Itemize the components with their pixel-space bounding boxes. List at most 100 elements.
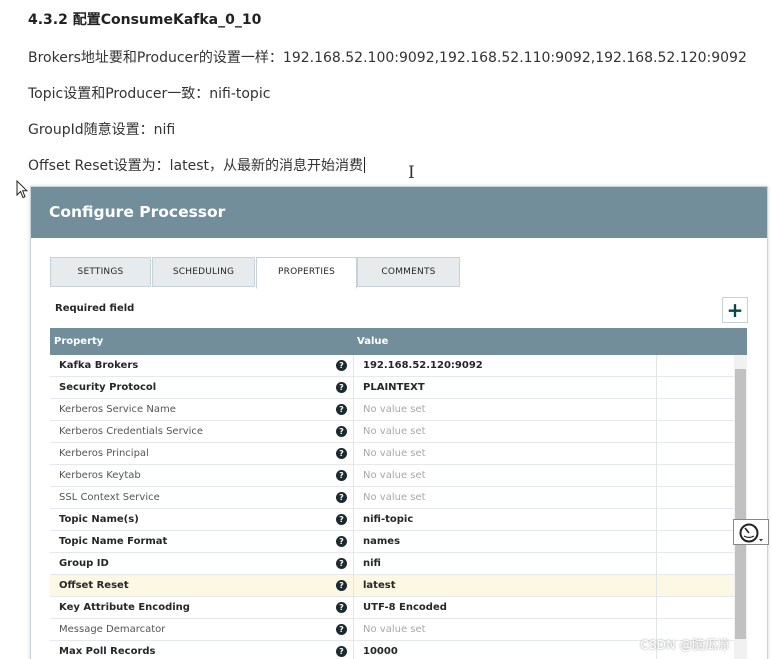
speed-gauge-widget[interactable] bbox=[733, 519, 769, 545]
table-row[interactable]: Kerberos Credentials Service? No value se… bbox=[50, 421, 734, 443]
column-divider bbox=[656, 597, 657, 619]
tab-scheduling[interactable]: SCHEDULING bbox=[152, 257, 255, 287]
column-divider bbox=[656, 553, 657, 575]
column-divider bbox=[353, 575, 354, 597]
column-divider bbox=[353, 509, 354, 531]
document-heading: 4.3.2 配置ConsumeKafka_0_10 bbox=[28, 12, 262, 28]
dialog-header: Configure Processor bbox=[31, 187, 767, 238]
column-divider bbox=[656, 531, 657, 553]
property-name: Message Demarcator bbox=[59, 624, 166, 635]
help-circle-icon[interactable]: ? bbox=[336, 492, 347, 503]
help-circle-icon[interactable]: ? bbox=[336, 558, 347, 569]
property-name: Max Poll Records bbox=[59, 646, 156, 657]
property-name: Topic Name Format bbox=[59, 536, 168, 547]
property-value[interactable]: 192.168.52.120:9092 bbox=[363, 360, 483, 371]
table-row[interactable]: Security Protocol? PLAINTEXT bbox=[50, 377, 734, 399]
table-row[interactable]: Max Poll Records? 10000 bbox=[50, 641, 734, 659]
help-circle-icon[interactable]: ? bbox=[336, 624, 347, 635]
column-divider bbox=[656, 443, 657, 465]
table-row[interactable]: Kerberos Principal? No value set bbox=[50, 443, 734, 465]
property-value[interactable]: 10000 bbox=[363, 646, 398, 657]
property-value[interactable]: No value set bbox=[363, 492, 426, 503]
table-row[interactable]: Kerberos Keytab? No value set bbox=[50, 465, 734, 487]
doc-line-topic: Topic设置和Producer一致：nifi-topic bbox=[28, 86, 271, 102]
property-name: Topic Name(s) bbox=[59, 514, 139, 525]
property-value[interactable]: No value set bbox=[363, 404, 426, 415]
property-value[interactable]: nifi-topic bbox=[363, 514, 413, 525]
table-row[interactable]: Topic Name(s)? nifi-topic bbox=[50, 509, 734, 531]
property-value[interactable]: nifi bbox=[363, 558, 381, 569]
column-divider bbox=[353, 597, 354, 619]
property-name: Kerberos Principal bbox=[59, 448, 149, 459]
tab-settings[interactable]: SETTINGS bbox=[50, 257, 151, 287]
add-property-button[interactable]: + bbox=[722, 297, 748, 323]
properties-table-header: Property Value bbox=[50, 328, 747, 355]
column-divider bbox=[656, 509, 657, 531]
help-circle-icon[interactable]: ? bbox=[336, 602, 347, 613]
column-divider bbox=[656, 487, 657, 509]
ibeam-cursor-icon: I bbox=[408, 163, 415, 183]
text-caret bbox=[363, 157, 365, 173]
property-value[interactable]: No value set bbox=[363, 624, 426, 635]
csdn-watermark: CSDN @脑瓜凉 bbox=[640, 637, 730, 652]
property-value[interactable]: No value set bbox=[363, 470, 426, 481]
property-name: Kafka Brokers bbox=[59, 360, 139, 371]
doc-line-brokers: Brokers地址要和Producer的设置一样：192.168.52.100:… bbox=[28, 50, 747, 66]
table-row[interactable]: Key Attribute Encoding? UTF-8 Encoded bbox=[50, 597, 734, 619]
column-divider bbox=[353, 443, 354, 465]
property-value[interactable]: UTF-8 Encoded bbox=[363, 602, 447, 613]
doc-line-groupid: GroupId随意设置：nifi bbox=[28, 122, 176, 138]
column-divider bbox=[353, 641, 354, 659]
table-scrollbar-thumb[interactable] bbox=[735, 369, 746, 639]
tab-comments[interactable]: COMMENTS bbox=[357, 257, 460, 287]
property-name: Kerberos Service Name bbox=[59, 404, 176, 415]
help-circle-icon[interactable]: ? bbox=[336, 382, 347, 393]
property-value[interactable]: names bbox=[363, 536, 400, 547]
help-circle-icon[interactable]: ? bbox=[336, 580, 347, 591]
column-divider bbox=[353, 465, 354, 487]
column-divider bbox=[656, 575, 657, 597]
column-divider bbox=[656, 421, 657, 443]
required-field-label: Required field bbox=[55, 303, 135, 314]
property-value[interactable]: latest bbox=[363, 580, 395, 591]
column-divider bbox=[353, 355, 354, 377]
tab-properties[interactable]: PROPERTIES bbox=[256, 257, 357, 289]
help-circle-icon[interactable]: ? bbox=[336, 536, 347, 547]
help-circle-icon[interactable]: ? bbox=[336, 470, 347, 481]
table-row[interactable]: Kerberos Service Name? No value set bbox=[50, 399, 734, 421]
table-row[interactable]: Topic Name Format? names bbox=[50, 531, 734, 553]
table-row[interactable]: SSL Context Service? No value set bbox=[50, 487, 734, 509]
dialog-title: Configure Processor bbox=[49, 203, 226, 221]
table-row[interactable]: Offset Reset? latest bbox=[50, 575, 734, 597]
column-divider bbox=[656, 377, 657, 399]
property-value[interactable]: No value set bbox=[363, 448, 426, 459]
property-name: Security Protocol bbox=[59, 382, 157, 393]
column-divider bbox=[353, 399, 354, 421]
speed-gauge-icon bbox=[739, 523, 763, 543]
column-divider bbox=[353, 377, 354, 399]
column-divider bbox=[656, 399, 657, 421]
column-divider bbox=[353, 619, 354, 641]
property-name: Kerberos Credentials Service bbox=[59, 426, 204, 437]
table-row[interactable]: Kafka Brokers? 192.168.52.120:9092 bbox=[50, 355, 734, 377]
column-header-property: Property bbox=[54, 336, 104, 347]
doc-line-offset-wrap: Offset Reset设置为：latest，从最新的消息开始消费 bbox=[28, 155, 365, 175]
plus-icon: + bbox=[726, 298, 744, 322]
table-row[interactable]: Group ID? nifi bbox=[50, 553, 734, 575]
help-circle-icon[interactable]: ? bbox=[336, 426, 347, 437]
help-circle-icon[interactable]: ? bbox=[336, 514, 347, 525]
property-value[interactable]: No value set bbox=[363, 426, 426, 437]
help-circle-icon[interactable]: ? bbox=[336, 360, 347, 371]
help-circle-icon[interactable]: ? bbox=[336, 646, 347, 657]
help-circle-icon[interactable]: ? bbox=[336, 448, 347, 459]
property-value[interactable]: PLAINTEXT bbox=[363, 382, 425, 393]
column-divider bbox=[353, 553, 354, 575]
column-header-value: Value bbox=[357, 336, 389, 347]
property-name: Kerberos Keytab bbox=[59, 470, 141, 481]
property-name: Group ID bbox=[59, 558, 109, 569]
column-divider bbox=[353, 531, 354, 553]
property-name: SSL Context Service bbox=[59, 492, 160, 503]
property-name: Offset Reset bbox=[59, 580, 129, 591]
help-circle-icon[interactable]: ? bbox=[336, 404, 347, 415]
table-row[interactable]: Message Demarcator? No value set bbox=[50, 619, 734, 641]
